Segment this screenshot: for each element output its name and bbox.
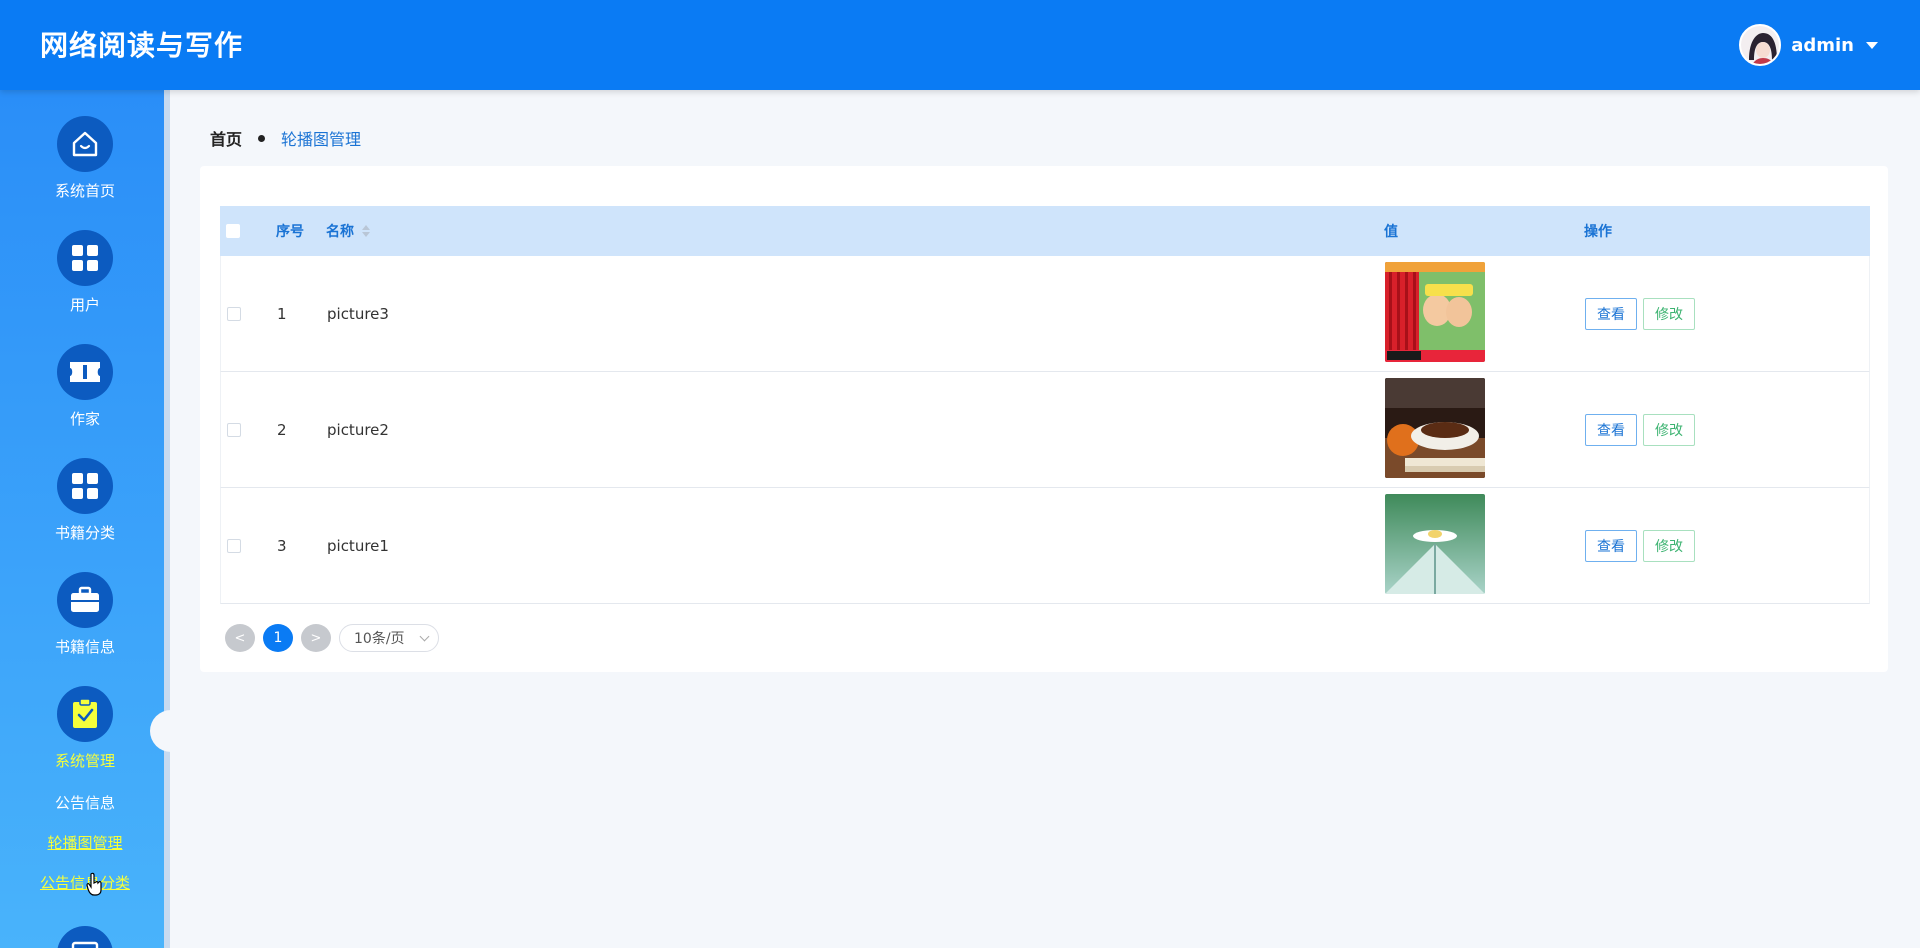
sidebar-item-label: 书籍信息 xyxy=(54,638,115,656)
sidebar-item-label: 用户 xyxy=(69,296,100,314)
sidebar-item-more[interactable] xyxy=(0,926,170,948)
edit-button[interactable]: 修改 xyxy=(1643,297,1695,330)
user-menu[interactable]: admin xyxy=(1739,24,1878,66)
pagination: < 1 > 10条/页 xyxy=(225,624,439,652)
page-number[interactable]: 1 xyxy=(263,624,293,652)
page-size-value: 10条/页 xyxy=(354,631,405,647)
prev-page-button[interactable]: < xyxy=(225,624,255,652)
row-name: picture2 xyxy=(327,420,389,439)
grid-icon xyxy=(57,458,113,514)
chevron-down-icon[interactable] xyxy=(1866,41,1878,49)
row-checkbox[interactable] xyxy=(227,422,241,437)
sort-icon[interactable] xyxy=(362,225,370,237)
table-row: 1 picture3 查看 修改 xyxy=(220,256,1870,372)
sidebar-item-label: 书籍分类 xyxy=(54,524,115,542)
breadcrumb-separator xyxy=(258,134,266,142)
breadcrumb-home[interactable]: 首页 xyxy=(210,126,242,150)
content-panel: 序号 名称 值 操作 1 picture3 查看 修改 2 picture2 查… xyxy=(200,166,1888,672)
top-bar: 网络阅读与写作 admin xyxy=(0,0,1920,90)
briefcase-icon xyxy=(57,572,113,628)
header-index: 序号 xyxy=(276,224,304,240)
user-name[interactable]: admin xyxy=(1791,35,1854,56)
carousel-image[interactable] xyxy=(1385,493,1485,594)
next-page-button[interactable]: > xyxy=(301,624,331,652)
row-name: picture3 xyxy=(327,304,389,323)
clipboard-check-icon xyxy=(57,686,113,742)
app-title: 网络阅读与写作 xyxy=(40,29,244,62)
header-value: 值 xyxy=(1384,224,1398,240)
sidebar-item-label: 系统首页 xyxy=(54,182,115,200)
select-all-checkbox[interactable] xyxy=(226,224,240,238)
row-index: 3 xyxy=(277,536,287,555)
sidebar: 系统首页 用户 作家 书籍分类 书籍信息 系统管理 公告信息 轮播图管理 公告信… xyxy=(0,90,170,948)
view-button[interactable]: 查看 xyxy=(1585,297,1637,330)
sidebar-item-writers[interactable]: 作家 xyxy=(0,344,170,429)
view-button[interactable]: 查看 xyxy=(1585,529,1637,562)
page-size-select[interactable]: 10条/页 xyxy=(339,624,439,652)
header-ops: 操作 xyxy=(1584,224,1612,240)
sidebar-subitem-carousel[interactable]: 轮播图管理 xyxy=(0,832,170,853)
edit-button[interactable]: 修改 xyxy=(1643,529,1695,562)
chevron-down-icon xyxy=(419,631,430,641)
header-name: 名称 xyxy=(326,224,354,240)
sidebar-item-home[interactable]: 系统首页 xyxy=(0,116,170,201)
sidebar-item-book-category[interactable]: 书籍分类 xyxy=(0,458,170,543)
row-index: 2 xyxy=(277,420,287,439)
monitor-icon xyxy=(57,926,113,948)
sidebar-subitem-notice-category[interactable]: 公告信息分类 xyxy=(0,872,170,893)
row-checkbox[interactable] xyxy=(227,306,241,321)
sidebar-scrollbar[interactable] xyxy=(164,90,170,948)
table-row: 2 picture2 查看 修改 xyxy=(220,372,1870,488)
sidebar-item-label: 作家 xyxy=(69,410,100,428)
grid-icon xyxy=(57,230,113,286)
home-icon xyxy=(57,116,113,172)
user-avatar[interactable] xyxy=(1739,24,1782,66)
edit-button[interactable]: 修改 xyxy=(1643,413,1695,446)
carousel-image[interactable] xyxy=(1385,377,1485,478)
hand-cursor-icon xyxy=(86,872,102,896)
sidebar-item-system[interactable]: 系统管理 xyxy=(0,686,170,771)
table-header: 序号 名称 值 操作 xyxy=(220,206,1870,256)
sidebar-subitem-notice[interactable]: 公告信息 xyxy=(0,792,170,813)
carousel-image[interactable] xyxy=(1385,261,1485,362)
sidebar-item-label: 系统管理 xyxy=(54,752,115,770)
sidebar-item-book-info[interactable]: 书籍信息 xyxy=(0,572,170,657)
breadcrumb: 首页 轮播图管理 xyxy=(210,126,361,150)
breadcrumb-current: 轮播图管理 xyxy=(281,130,362,149)
row-checkbox[interactable] xyxy=(227,538,241,553)
view-button[interactable]: 查看 xyxy=(1585,413,1637,446)
table-row: 3 picture1 查看 修改 xyxy=(220,488,1870,604)
row-name: picture1 xyxy=(327,536,389,555)
carousel-table: 序号 名称 值 操作 1 picture3 查看 修改 2 picture2 查… xyxy=(220,206,1870,604)
ticket-icon xyxy=(57,344,113,400)
row-index: 1 xyxy=(277,304,287,323)
sidebar-item-users[interactable]: 用户 xyxy=(0,230,170,315)
